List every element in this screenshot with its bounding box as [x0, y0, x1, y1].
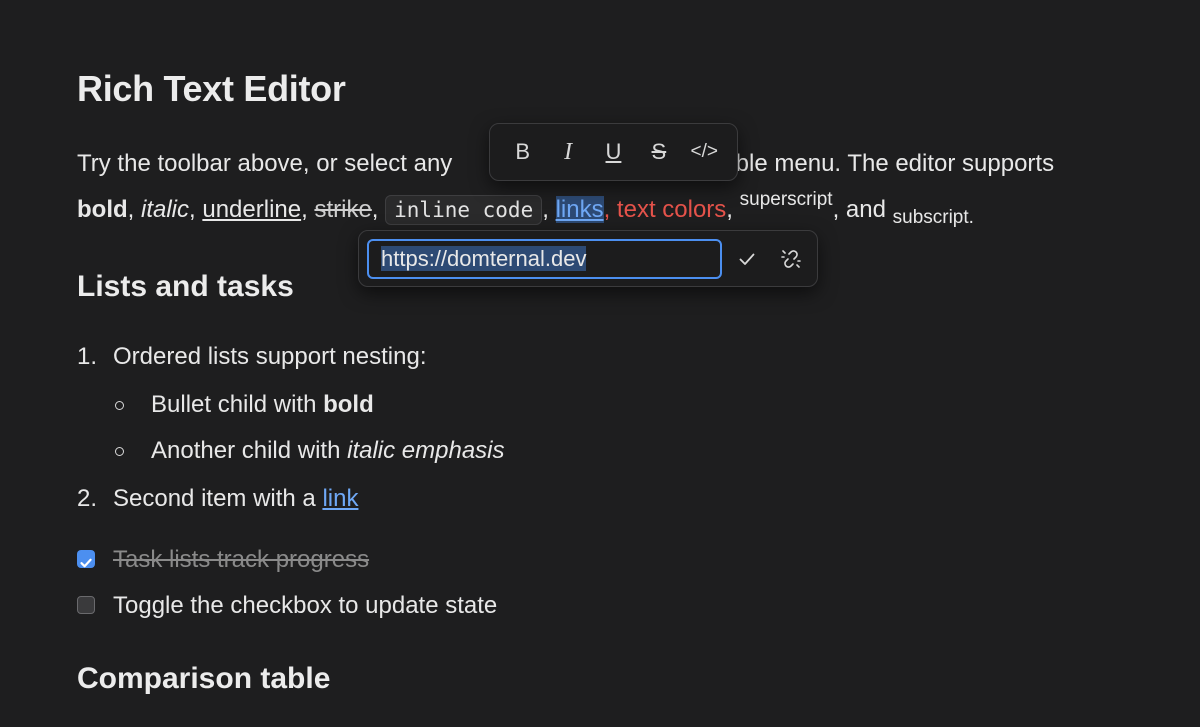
- bold-sample: bold: [77, 196, 128, 223]
- period: .: [968, 207, 974, 228]
- check-icon: [80, 558, 92, 568]
- underline-sample: underline: [202, 196, 302, 223]
- ordered-item-prefix: Second item with a: [113, 485, 323, 512]
- list-marker: 1.: [77, 343, 98, 370]
- bullet-prefix: Another child with: [151, 437, 348, 464]
- task-checkbox-checked[interactable]: [77, 550, 95, 568]
- comma: ,: [371, 196, 379, 223]
- page-title: Rich Text Editor: [77, 68, 346, 109]
- strike-sample: strike: [314, 196, 372, 223]
- checkmark-icon: [739, 253, 755, 265]
- link-popover: https://domternal.dev: [358, 230, 818, 287]
- italic-sample: italic: [141, 196, 190, 223]
- code-button[interactable]: </>: [686, 134, 722, 170]
- task-text: Task lists track progress: [113, 546, 370, 573]
- bullet-prefix: Bullet child with: [151, 391, 324, 418]
- bullet-emph: italic emphasis: [347, 437, 505, 464]
- intro-text-b: ubble menu. The editor supports: [708, 150, 1055, 177]
- text-colors-sample: text colors: [616, 196, 727, 223]
- bullet-marker: [115, 401, 124, 410]
- link-sample[interactable]: link: [322, 485, 358, 512]
- bullet-marker: [115, 447, 124, 456]
- superscript-sample: superscript: [739, 189, 833, 210]
- bold-icon: B: [515, 139, 531, 164]
- underline-button[interactable]: U: [595, 134, 631, 170]
- bullet-item-text: Bullet child with bold: [151, 390, 374, 420]
- comma: ,: [189, 196, 196, 223]
- intro-line-2: bold, italic, underline, strike, inline …: [77, 187, 1157, 233]
- bullet-emph: bold: [323, 391, 374, 418]
- subscript-sample: subscript: [892, 207, 969, 228]
- inline-code-sample: inline code: [385, 195, 543, 225]
- list-marker: 2.: [77, 485, 98, 512]
- bullet-item-text: Another child with italic emphasis: [151, 436, 505, 466]
- task-text: Toggle the checkbox to update state: [113, 592, 498, 619]
- remove-link-button[interactable]: [777, 245, 805, 273]
- ordered-item-text: Ordered lists support nesting:: [113, 343, 427, 370]
- italic-button[interactable]: I: [550, 134, 586, 170]
- link-url-value: https://domternal.dev: [381, 246, 587, 271]
- unlink-icon: [781, 250, 801, 268]
- task-checkbox-unchecked[interactable]: [77, 596, 95, 614]
- comma: ,: [127, 196, 135, 223]
- italic-icon: I: [564, 138, 573, 165]
- bubble-toolbar: B I U S </>: [489, 123, 738, 181]
- strike-button[interactable]: S: [641, 134, 677, 170]
- lists-heading: Lists and tasks: [77, 270, 294, 303]
- and-text: , and: [832, 196, 886, 223]
- comma: ,: [726, 196, 733, 223]
- comma: ,: [301, 196, 308, 223]
- comma: ,: [542, 196, 549, 223]
- intro-text-a: Try the toolbar above, or select any: [77, 150, 453, 177]
- comma: ,: [603, 196, 611, 223]
- apply-link-button[interactable]: [733, 245, 761, 273]
- strikethrough-icon: S: [651, 139, 667, 164]
- code-icon: </>: [690, 141, 718, 162]
- table-heading: Comparison table: [77, 662, 331, 695]
- underline-icon: U: [605, 139, 622, 164]
- links-sample[interactable]: links: [555, 196, 604, 223]
- bold-button[interactable]: B: [505, 134, 541, 170]
- link-url-input[interactable]: https://domternal.dev: [367, 239, 722, 279]
- ordered-item-text: Second item with a link: [113, 484, 358, 514]
